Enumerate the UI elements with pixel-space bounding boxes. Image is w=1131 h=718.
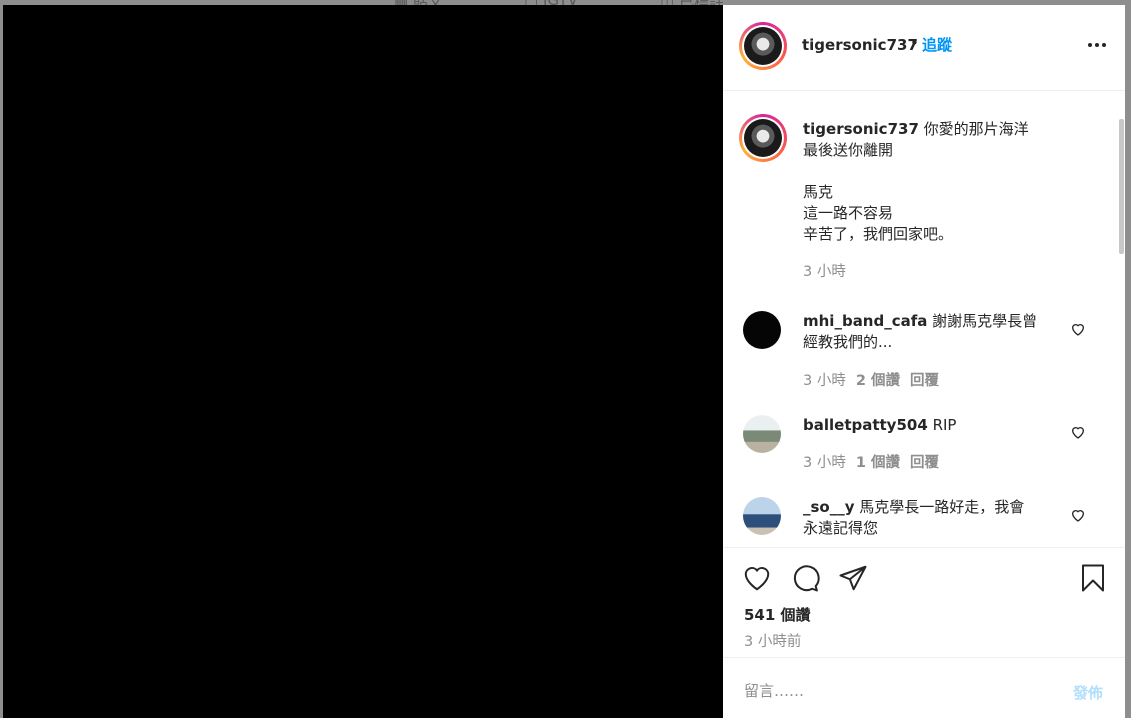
comment-like-heart-icon[interactable] xyxy=(1070,424,1086,440)
caption-line: 這一路不容易 xyxy=(803,204,894,222)
comment-text: 經教我們的... xyxy=(803,333,893,351)
comment-body: mhi_band_cafa 謝謝馬克學長曾 經教我們的... xyxy=(803,311,1053,353)
commenter-avatar[interactable] xyxy=(743,415,781,453)
comment-input[interactable] xyxy=(744,680,1044,702)
comment-meta: 3 小時 1 個讚 回覆 xyxy=(803,451,939,472)
caption-line: 最後送你離開 xyxy=(803,141,894,159)
post-side-panel: tigersonic737 • 追蹤 tigersonic737 你愛的那片海洋… xyxy=(723,5,1125,718)
comments-scrollbar[interactable] xyxy=(1119,119,1124,254)
comment-text: 馬克學長一路好走，我會 xyxy=(859,498,1025,516)
heart-icon[interactable] xyxy=(742,563,772,593)
comment-like-heart-icon[interactable] xyxy=(1070,507,1086,523)
caption-line xyxy=(803,161,1103,182)
commenter-username[interactable]: mhi_band_cafa xyxy=(803,312,927,330)
caption-time[interactable]: 3 小時 xyxy=(803,260,846,281)
reply-button[interactable]: 回覆 xyxy=(910,373,939,389)
commenter-username[interactable]: balletpatty504 xyxy=(803,416,928,434)
caption-line: 你愛的那片海洋 xyxy=(923,120,1029,138)
comment-icon[interactable] xyxy=(790,563,820,593)
post-caption: tigersonic737 你愛的那片海洋 最後送你離開 馬克 這一路不容易 辛… xyxy=(803,119,1103,245)
comment-likes[interactable]: 1 個讚 xyxy=(856,455,900,471)
post-comment-button[interactable]: 發佈 xyxy=(1073,682,1103,703)
author-avatar[interactable] xyxy=(739,22,787,70)
paper-plane-icon[interactable] xyxy=(838,563,868,593)
follow-button[interactable]: 追蹤 xyxy=(922,34,952,55)
reply-button[interactable]: 回覆 xyxy=(910,455,939,471)
comment-text: RIP xyxy=(932,416,957,434)
header-separator: • xyxy=(910,34,919,52)
caption-username[interactable]: tigersonic737 xyxy=(803,120,919,138)
post-media[interactable] xyxy=(3,5,723,718)
comments-list[interactable]: tigersonic737 你愛的那片海洋 最後送你離開 馬克 這一路不容易 辛… xyxy=(723,92,1125,547)
add-comment-bar: 發佈 xyxy=(723,657,1125,718)
commenter-avatar[interactable] xyxy=(743,497,781,535)
caption-author-avatar[interactable] xyxy=(739,114,787,162)
comment-likes[interactable]: 2 個讚 xyxy=(856,373,900,389)
caption-line: 馬克 xyxy=(803,183,834,201)
likes-count[interactable]: 541 個讚 xyxy=(744,604,811,625)
comment-body: _so__y 馬克學長一路好走，我會 永遠記得您 xyxy=(803,497,1063,539)
author-username[interactable]: tigersonic737 xyxy=(802,36,918,54)
comment-body: balletpatty504 RIP xyxy=(803,415,1053,436)
comment-like-heart-icon[interactable] xyxy=(1070,321,1086,337)
post-header: tigersonic737 • 追蹤 xyxy=(723,5,1125,91)
comment-text: 謝謝馬克學長曾 xyxy=(932,312,1038,330)
post-actions: 541 個讚 3 小時前 xyxy=(723,547,1125,657)
post-timestamp[interactable]: 3 小時前 xyxy=(744,630,801,651)
comment-meta: 3 小時 2 個讚 回覆 xyxy=(803,369,939,390)
bookmark-icon[interactable] xyxy=(1078,563,1108,593)
comment-time[interactable]: 3 小時 xyxy=(803,373,846,389)
page-edge xyxy=(1125,5,1131,718)
commenter-username[interactable]: _so__y xyxy=(803,498,855,516)
more-options-icon[interactable] xyxy=(1087,35,1109,55)
comment-text: 永遠記得您 xyxy=(803,519,879,537)
comment-time[interactable]: 3 小時 xyxy=(803,455,846,471)
commenter-avatar[interactable] xyxy=(743,311,781,349)
caption-line: 辛苦了，我們回家吧。 xyxy=(803,225,954,243)
